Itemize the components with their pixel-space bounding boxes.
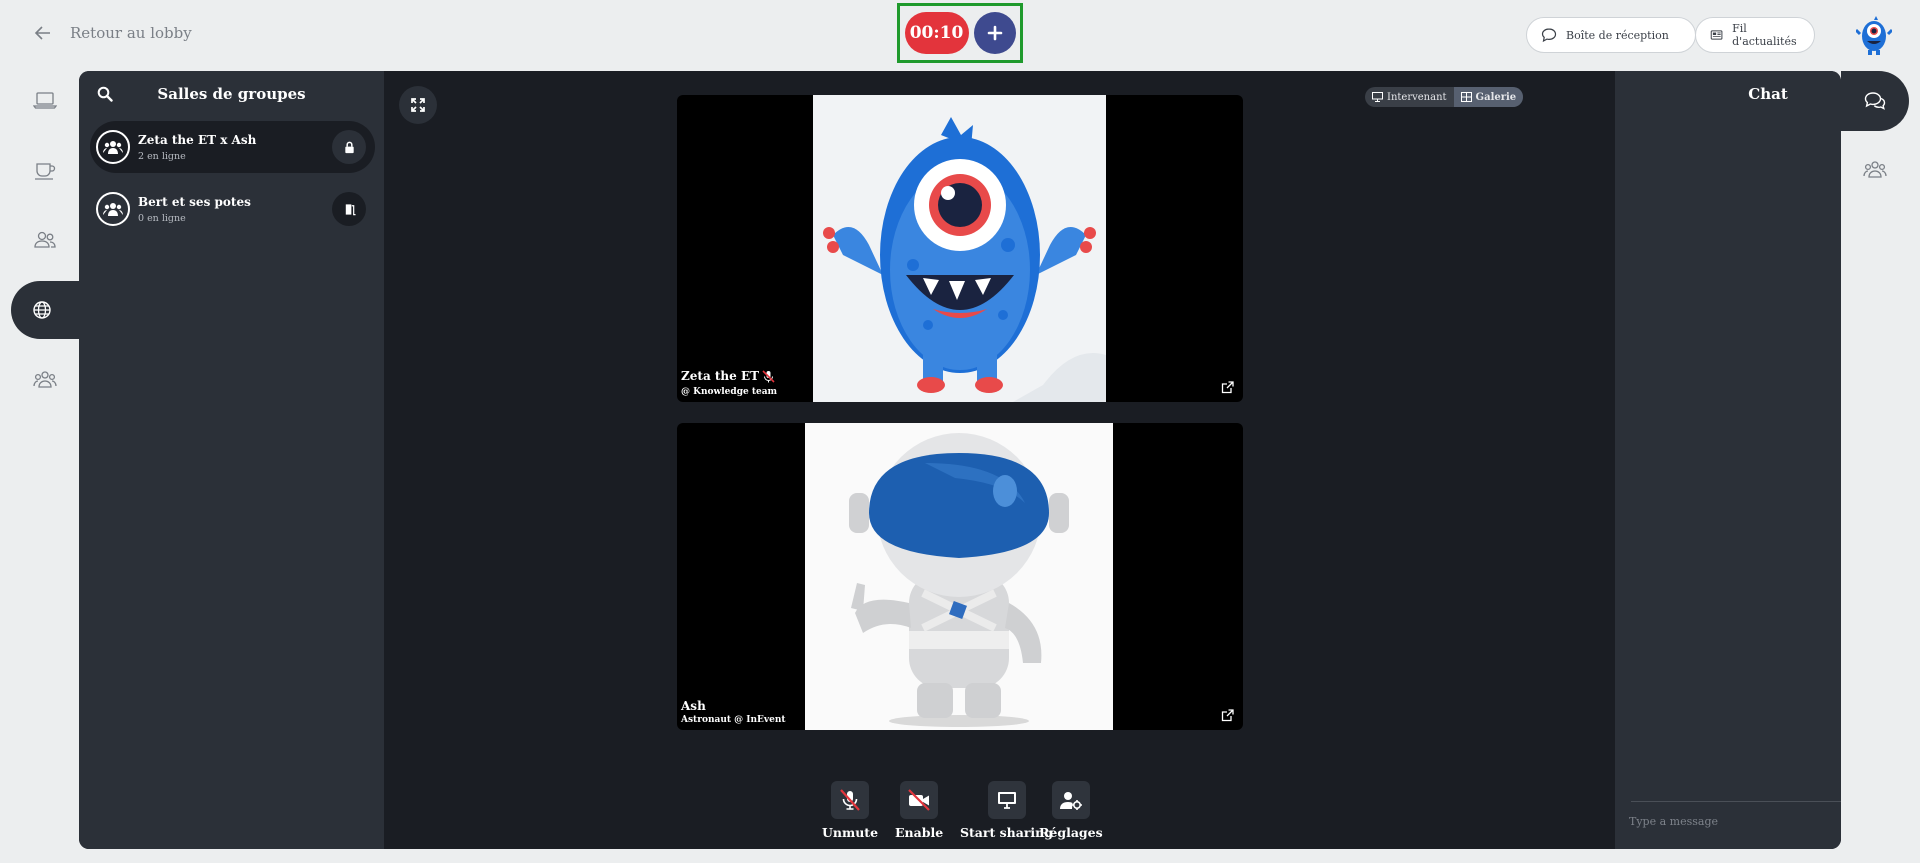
room-avatar <box>96 130 130 164</box>
participant-name: Ash <box>681 699 706 713</box>
room-name: Bert et ses potes <box>138 194 251 209</box>
newspaper-icon <box>1710 30 1723 40</box>
fullscreen-button[interactable] <box>399 86 437 124</box>
rooms-title: Salles de groupes <box>157 85 306 103</box>
monster-illustration <box>813 95 1106 402</box>
room-avatar <box>96 192 130 226</box>
coffee-cup-icon <box>35 163 56 180</box>
unmute-label: Unmute <box>822 825 879 840</box>
gallery-view-label: Galerie <box>1475 91 1517 103</box>
view-mode-toggle: Intervenant Galerie <box>1365 87 1524 107</box>
astronaut-illustration <box>805 423 1113 730</box>
participant-name: Zeta the ET <box>681 369 775 383</box>
room-item[interactable]: Zeta the ET x Ash 2 en ligne <box>90 121 375 173</box>
laptop-icon <box>33 92 57 109</box>
group-icon[interactable] <box>1862 159 1888 181</box>
timer-highlight: 00:10 <box>897 3 1023 63</box>
room-online-count: 0 en ligne <box>138 212 186 224</box>
rail-rooms-item-active[interactable] <box>11 281 81 339</box>
newsfeed-label: Fil d'actualités <box>1732 22 1797 48</box>
right-rail-chat-item-active[interactable] <box>1841 71 1909 131</box>
group-icon <box>103 203 123 216</box>
chat-message-input[interactable] <box>1629 815 1829 828</box>
extend-time-button[interactable] <box>973 12 1016 54</box>
inbox-label: Boîte de réception <box>1566 28 1669 42</box>
speaker-view-label: Intervenant <box>1387 91 1447 103</box>
speaker-view-button[interactable]: Intervenant <box>1365 87 1454 107</box>
globe-icon <box>33 301 51 319</box>
participant-name-text: Zeta the ET <box>681 369 760 383</box>
lock-icon <box>344 141 354 153</box>
grid-icon <box>1460 92 1472 102</box>
back-to-lobby-link[interactable]: Retour au lobby <box>34 24 192 42</box>
chat-divider <box>1631 801 1841 802</box>
settings-label: Réglages <box>1039 825 1103 840</box>
start-sharing-button-box <box>987 781 1026 819</box>
rail-people-item[interactable] <box>30 227 60 253</box>
participant-name-text: Ash <box>681 699 706 713</box>
enable-camera-button[interactable]: Enable <box>895 781 943 840</box>
settings-button-box <box>1051 781 1090 819</box>
chat-bubbles-icon <box>1864 92 1886 110</box>
breakout-rooms-sidebar: Salles de groupes Zeta the ET x Ash 2 en… <box>79 71 384 849</box>
unmute-button[interactable]: Unmute <box>822 781 878 840</box>
monitor-icon <box>1372 92 1383 102</box>
participant-video <box>813 95 1106 402</box>
settings-button[interactable]: Réglages <box>1039 781 1103 840</box>
participant-video <box>805 423 1113 730</box>
participant-role: @ Knowledge team <box>681 387 778 397</box>
arrow-left-icon <box>34 26 50 40</box>
door-enter-icon <box>345 203 356 215</box>
monster-avatar-icon <box>1854 16 1894 55</box>
participant-role: Astronaut @ InEvent <box>681 715 786 725</box>
room-lock-button[interactable] <box>332 130 366 164</box>
plus-icon <box>987 25 1002 41</box>
inbox-button[interactable]: Boîte de réception <box>1526 17 1696 53</box>
speech-bubble-icon <box>1541 28 1557 43</box>
newsfeed-button[interactable]: Fil d'actualités <box>1695 17 1815 53</box>
chat-title: Chat <box>1748 85 1788 103</box>
video-tile[interactable]: Ash Astronaut @ InEvent <box>677 423 1243 730</box>
room-item[interactable]: Bert et ses potes 0 en ligne <box>90 183 375 235</box>
gallery-view-button[interactable]: Galerie <box>1453 87 1524 107</box>
chat-panel: Chat <box>1615 71 1841 849</box>
room-enter-button[interactable] <box>332 192 366 226</box>
unmute-button-box <box>831 781 870 819</box>
rail-networking-item[interactable] <box>30 157 60 183</box>
popout-icon[interactable] <box>1221 381 1234 394</box>
popout-icon[interactable] <box>1221 709 1234 722</box>
enable-camera-button-box <box>900 781 939 819</box>
group-icon <box>33 371 57 388</box>
rail-stage-item[interactable] <box>30 87 60 113</box>
camera-off-icon <box>908 789 930 811</box>
session-timer[interactable]: 00:10 <box>904 12 969 54</box>
expand-icon <box>411 98 425 112</box>
main-panel: Salles de groupes Zeta the ET x Ash 2 en… <box>79 71 1841 849</box>
room-name: Zeta the ET x Ash <box>138 132 257 147</box>
rail-groups-item[interactable] <box>30 367 60 393</box>
back-label: Retour au lobby <box>70 24 192 42</box>
video-tile[interactable]: Zeta the ET @ Knowledge team <box>677 95 1243 402</box>
user-avatar[interactable] <box>1854 16 1894 56</box>
mic-off-icon <box>840 789 860 811</box>
room-online-count: 2 en ligne <box>138 150 186 162</box>
mic-muted-icon <box>762 369 775 383</box>
user-settings-icon <box>1059 792 1082 810</box>
users-icon <box>34 231 56 248</box>
screen-share-icon <box>997 792 1016 809</box>
group-icon <box>103 141 123 154</box>
enable-camera-label: Enable <box>895 825 944 840</box>
